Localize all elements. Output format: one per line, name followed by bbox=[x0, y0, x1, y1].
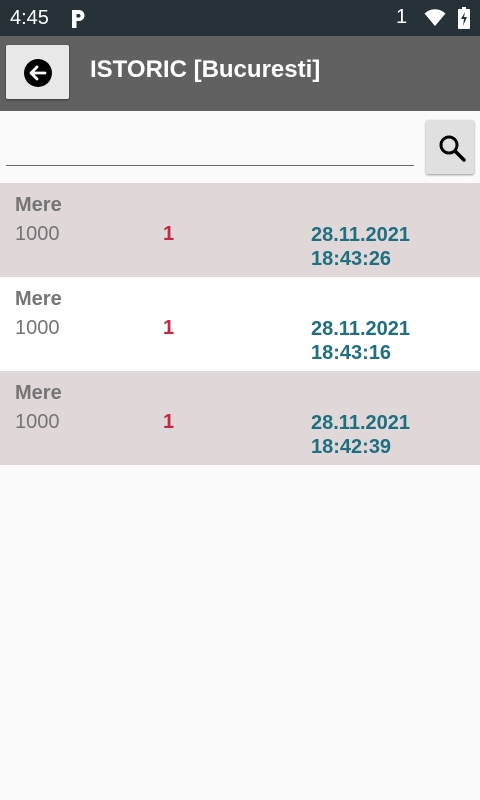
item-name: Mere bbox=[15, 288, 62, 310]
item-time: 18:42:39 bbox=[311, 436, 392, 458]
sim-indicator: 1 bbox=[396, 6, 408, 28]
item-code: 1000 bbox=[15, 317, 60, 339]
app-bar: ISTORIC [Bucuresti] bbox=[0, 36, 480, 111]
item-date: 28.11.2021 bbox=[311, 318, 410, 340]
back-button[interactable] bbox=[6, 45, 69, 99]
search-button[interactable] bbox=[426, 120, 474, 174]
wifi-icon bbox=[424, 9, 446, 27]
item-date: 28.11.2021 bbox=[311, 412, 410, 434]
item-quantity: 1 bbox=[163, 317, 175, 339]
page-title: ISTORIC [Bucuresti] bbox=[90, 56, 321, 83]
search-input[interactable] bbox=[6, 127, 414, 166]
item-name: Mere bbox=[15, 194, 62, 216]
battery-icon bbox=[458, 7, 470, 29]
item-time: 18:43:26 bbox=[311, 248, 392, 270]
list-item[interactable]: Mere 1000 1 28.11.2021 18:43:16 bbox=[0, 277, 480, 371]
status-time: 4:45 bbox=[10, 7, 49, 29]
item-date: 28.11.2021 bbox=[311, 224, 410, 246]
search-icon bbox=[439, 135, 466, 162]
item-quantity: 1 bbox=[163, 411, 175, 433]
search-row bbox=[0, 111, 480, 183]
list-item[interactable]: Mere 1000 1 28.11.2021 18:42:39 bbox=[0, 371, 480, 465]
arrow-left-circle-icon bbox=[24, 59, 52, 87]
item-quantity: 1 bbox=[163, 223, 175, 245]
p-icon bbox=[70, 9, 86, 29]
item-name: Mere bbox=[15, 382, 62, 404]
list-item[interactable]: Mere 1000 1 28.11.2021 18:43:26 bbox=[0, 183, 480, 277]
item-code: 1000 bbox=[15, 223, 60, 245]
item-time: 18:43:16 bbox=[311, 342, 392, 364]
item-code: 1000 bbox=[15, 411, 60, 433]
history-list: Mere 1000 1 28.11.2021 18:43:26 Mere 100… bbox=[0, 183, 480, 465]
status-bar: 4:45 1 bbox=[0, 0, 480, 36]
